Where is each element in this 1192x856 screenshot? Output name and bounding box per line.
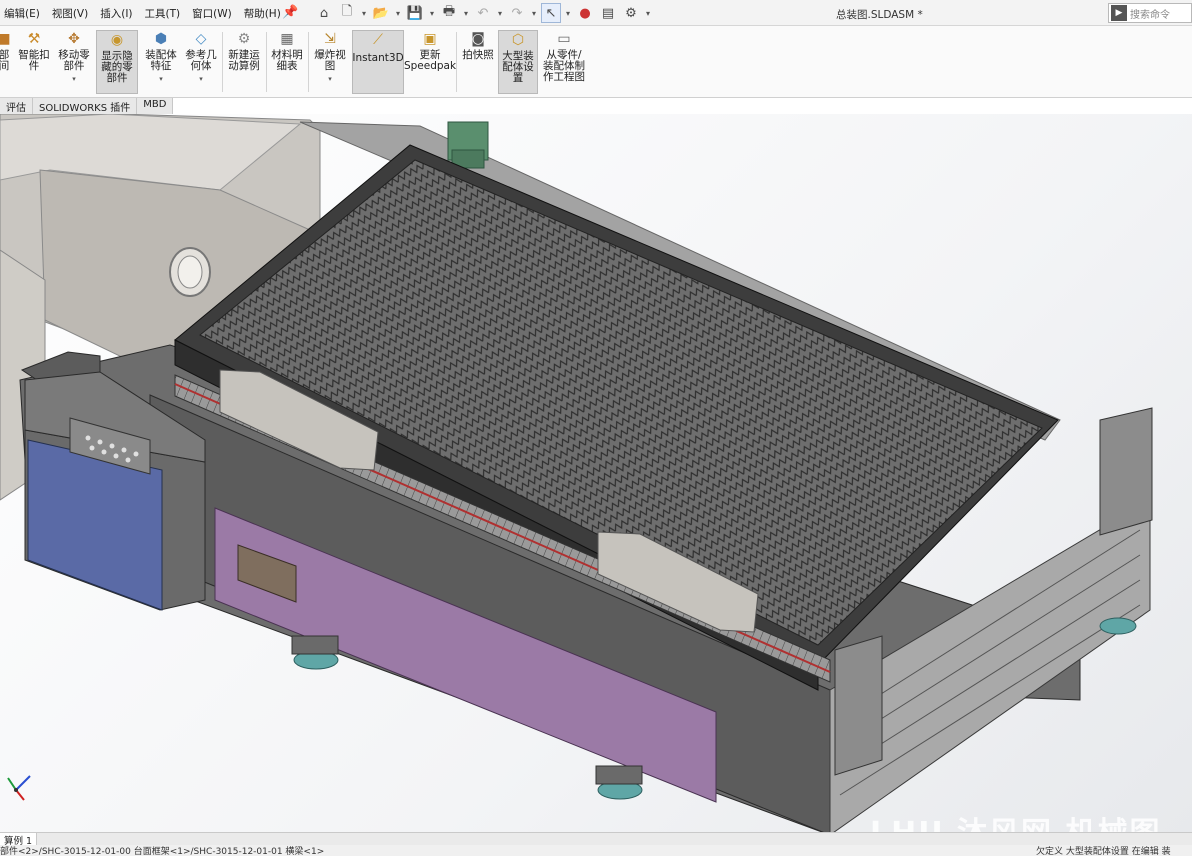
tool-show-hidden[interactable]: ◉ 显示隐 藏的零 部件 xyxy=(96,30,138,94)
menu-insert[interactable]: 插入(I) xyxy=(100,6,132,21)
tool-label: 材料明 细表 xyxy=(271,49,303,72)
tool-instant3d[interactable]: ⟋ Instant3D xyxy=(352,30,404,94)
tool-label: 智能扣 件 xyxy=(18,49,50,72)
tool-update-speedpak[interactable]: ▣ 更新 Speedpak xyxy=(403,30,457,94)
redo-icon[interactable]: ↷ xyxy=(507,3,527,23)
front-end-plate xyxy=(834,635,883,776)
home-icon[interactable]: ⌂ xyxy=(314,3,334,23)
coordinate-triad-icon xyxy=(7,775,31,801)
tool-label: 移动零 部件 xyxy=(58,49,90,72)
menu-help[interactable]: 帮助(H) xyxy=(244,6,281,21)
open-dropdown[interactable]: ▾ xyxy=(394,9,402,18)
dropdown-arrow[interactable]: ▾ xyxy=(159,74,163,85)
tab-mbd[interactable]: MBD xyxy=(137,98,174,114)
tool-move-component[interactable]: ✥ 移动零 部件 ▾ xyxy=(56,30,92,94)
tool-label: 大型装 配体设 置 xyxy=(502,50,534,84)
status-right: 欠定义 大型装配体设置 在编辑 装 xyxy=(1036,847,1171,856)
menu-tools[interactable]: 工具(T) xyxy=(145,6,181,21)
rebuild-icon[interactable]: ● xyxy=(575,3,595,23)
menu-view[interactable]: 视图(V) xyxy=(52,6,88,21)
graphics-viewport[interactable] xyxy=(0,114,1192,832)
tab-evaluate[interactable]: 评估 xyxy=(0,98,33,114)
tool-snapshot[interactable]: ◙ 拍快照 xyxy=(460,30,496,94)
print-dropdown[interactable]: ▾ xyxy=(462,9,470,18)
assembly-feature-icon: ⬢ xyxy=(154,30,168,47)
quick-access-toolbar: ⌂ 🗋 ▾ 📂 ▾ 💾 ▾ 🖶 ▾ ↶ ▾ ↷ ▾ ↖ ▾ ● ▤ ⚙ ▾ xyxy=(314,3,652,23)
motion-study-icon: ⚙ xyxy=(237,30,251,47)
file-properties-icon[interactable]: ▤ xyxy=(598,3,618,23)
tool-label: 部 间 xyxy=(0,49,10,72)
save-dropdown[interactable]: ▾ xyxy=(428,9,436,18)
tool-bom[interactable]: ▦ 材料明 细表 xyxy=(268,30,306,94)
tool-label: 拍快照 xyxy=(462,49,494,61)
exploded-view-icon: ⇲ xyxy=(324,30,336,47)
bom-icon: ▦ xyxy=(280,30,294,47)
pin-icon[interactable]: 📌 xyxy=(282,5,298,20)
dropdown-arrow[interactable]: ▾ xyxy=(199,74,203,85)
search-box[interactable]: ▶ 搜索命令 xyxy=(1108,3,1192,23)
tool-label: 爆炸视 图 xyxy=(314,49,346,72)
new-file-icon[interactable]: 🗋 xyxy=(337,3,357,23)
menu-window[interactable]: 窗口(W) xyxy=(192,6,232,21)
dropdown-arrow[interactable]: ▾ xyxy=(72,74,76,85)
command-manager-tabs: 评估 SOLIDWORKS 插件 MBD xyxy=(0,98,174,114)
title-bar: 编辑(E) 视图(V) 插入(I) 工具(T) 窗口(W) 帮助(H) 📌 ⌂ … xyxy=(0,0,1192,26)
dropdown-arrow[interactable]: ▾ xyxy=(328,74,332,85)
status-selection-path: 部件<2>/SHC-3015-12-01-00 台面框架<1>/SHC-3015… xyxy=(0,847,325,856)
redo-dropdown[interactable]: ▾ xyxy=(530,9,538,18)
tool-label: 更新 Speedpak xyxy=(403,49,457,72)
select-dropdown[interactable]: ▾ xyxy=(564,9,572,18)
tab-solidworks-addins[interactable]: SOLIDWORKS 插件 xyxy=(33,98,138,114)
undo-icon[interactable]: ↶ xyxy=(473,3,493,23)
reference-geometry-icon: ◇ xyxy=(195,30,207,47)
tool-new-motion-study[interactable]: ⚙ 新建运 动算例 xyxy=(224,30,264,94)
show-hidden-icon: ◉ xyxy=(110,31,124,48)
tool-reference-geometry[interactable]: ◇ 参考几 何体 ▾ xyxy=(182,30,220,94)
move-component-icon: ✥ xyxy=(68,30,80,47)
large-assembly-icon: ⬡ xyxy=(511,31,525,48)
assembly-model xyxy=(0,114,1153,832)
drawing-icon: ▭ xyxy=(557,30,571,47)
tool-exploded-view[interactable]: ⇲ 爆炸视 图 ▾ xyxy=(310,30,350,94)
print-icon[interactable]: 🖶 xyxy=(439,3,459,23)
search-placeholder: 搜索命令 xyxy=(1130,9,1170,21)
ribbon-divider xyxy=(222,32,223,92)
tool-label: 从零件/ 装配体制 作工程图 xyxy=(543,49,585,83)
menu-bar: 编辑(E) 视图(V) 插入(I) 工具(T) 窗口(W) 帮助(H) xyxy=(4,6,281,21)
undo-dropdown[interactable]: ▾ xyxy=(496,9,504,18)
tool-label: 装配体 特征 xyxy=(145,49,177,72)
tool-label: 新建运 动算例 xyxy=(228,49,260,72)
tool-label: 显示隐 藏的零 部件 xyxy=(101,50,133,84)
options-gear-icon[interactable]: ⚙ xyxy=(621,3,641,23)
save-icon[interactable]: 💾 xyxy=(405,3,425,23)
tool-make-drawing[interactable]: ▭ 从零件/ 装配体制 作工程图 xyxy=(540,30,588,94)
model-tabs: 算例 1 xyxy=(0,832,1192,847)
select-cursor-icon[interactable]: ↖ xyxy=(541,3,561,23)
camera-icon: ◙ xyxy=(471,30,485,47)
tool-large-assembly[interactable]: ⬡ 大型装 配体设 置 xyxy=(498,30,538,94)
tool-label: 参考几 何体 xyxy=(185,49,217,72)
status-bar: 部件<2>/SHC-3015-12-01-00 台面框架<1>/SHC-3015… xyxy=(0,845,1192,856)
options-dropdown[interactable]: ▾ xyxy=(644,9,652,18)
tool-smart-fastener[interactable]: ⚒ 智能扣 件 xyxy=(16,30,52,94)
tool-part-fragment[interactable]: ■ 部 间 xyxy=(0,30,12,94)
right-end-plate xyxy=(1099,407,1153,536)
menu-edit[interactable]: 编辑(E) xyxy=(4,6,40,21)
tool-label: Instant3D xyxy=(352,52,404,64)
speedpak-icon: ▣ xyxy=(423,30,437,47)
part-icon: ■ xyxy=(0,30,11,47)
ribbon-divider xyxy=(266,32,267,92)
command-search-icon: ▶ xyxy=(1111,5,1127,21)
document-title: 总装图.SLDASM * xyxy=(836,9,923,21)
ribbon-divider xyxy=(456,32,457,92)
tool-assembly-feature[interactable]: ⬢ 装配体 特征 ▾ xyxy=(142,30,180,94)
instant3d-icon: ⟋ xyxy=(373,31,383,48)
ribbon-divider xyxy=(308,32,309,92)
fastener-icon: ⚒ xyxy=(27,30,41,47)
new-file-dropdown[interactable]: ▾ xyxy=(360,9,368,18)
command-manager: ■ 部 间 ⚒ 智能扣 件 ✥ 移动零 部件 ▾ ◉ 显示隐 藏的零 部件 ⬢ … xyxy=(0,26,1192,98)
open-file-icon[interactable]: 📂 xyxy=(371,3,391,23)
